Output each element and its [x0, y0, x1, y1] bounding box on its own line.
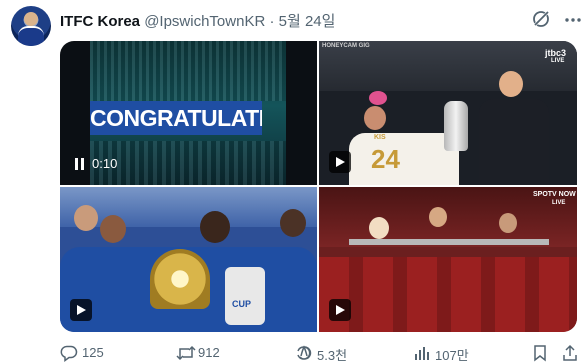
photo2-head-1: [499, 71, 523, 97]
photo4-head-1: [369, 217, 389, 239]
media-video[interactable]: CONGRATULATIONS 0:10: [60, 41, 317, 185]
photo2-suit: [479, 99, 549, 185]
separator-dot: ·: [269, 13, 275, 30]
like-button[interactable]: 107만: [413, 344, 483, 363]
photo3-head-1: [74, 205, 98, 231]
play-button-2[interactable]: [329, 151, 351, 173]
photo4-head-3: [499, 213, 517, 233]
bookmark-icon[interactable]: [531, 344, 549, 362]
retweet-button[interactable]: 912: [176, 344, 246, 362]
share-icon[interactable]: [561, 344, 579, 362]
spotv-logo: SPOTV NOW: [533, 191, 576, 198]
retweet-icon: [176, 345, 196, 361]
author-handle[interactable]: @IpswichTownKR: [144, 13, 265, 30]
tweet-actions: 125 912 5.3천 107만: [0, 344, 587, 363]
play-icon: [77, 305, 86, 315]
media-photo-2[interactable]: HONEYCAM GIG jtbc3 LIVE KIS 24: [319, 41, 577, 185]
photo4-red-kits: [319, 257, 577, 332]
congratulations-banner: CONGRATULATIONS: [90, 101, 262, 135]
avatar-face: [24, 12, 38, 26]
photo3-head-3: [200, 211, 230, 243]
reply-button[interactable]: 125: [60, 344, 130, 362]
media-photo-4[interactable]: SPOTV NOW LIVE: [319, 187, 577, 332]
like-icon: [415, 347, 429, 360]
photo3-cup-board: [225, 267, 265, 325]
shirt-number: 24: [371, 144, 400, 174]
author-name[interactable]: ITFC Korea: [60, 13, 140, 30]
tweet-header: ITFC Korea @IpswichTownKR · 5월 24일: [60, 10, 335, 31]
play-icon: [336, 157, 345, 167]
photo3-background: [60, 187, 317, 227]
shirt-name: KIS: [374, 134, 386, 141]
author-avatar[interactable]: [11, 6, 51, 46]
grok-icon[interactable]: [531, 9, 551, 29]
video-duration: 0:10: [92, 156, 118, 171]
live-tag: LIVE: [551, 58, 565, 64]
video-crowd: [90, 41, 286, 101]
live-tag-4: LIVE: [552, 200, 566, 206]
media-photo-3[interactable]: CUP: [60, 187, 317, 332]
video-stands: [90, 141, 286, 185]
photo4-head-2: [429, 207, 447, 227]
reply-count: 125: [82, 345, 104, 360]
play-button-4[interactable]: [329, 299, 351, 321]
photo2-watermark: HONEYCAM GIG: [322, 43, 370, 49]
tweet-date[interactable]: 5월 24일: [279, 13, 336, 30]
media-grid: CONGRATULATIONS 0:10 HONEYCAM GIG jtbc3 …: [60, 41, 577, 332]
retweet-count: 912: [198, 345, 220, 360]
views-icon: [297, 345, 312, 360]
views-count: 5.3천: [317, 348, 348, 363]
photo4-railing: [349, 239, 549, 245]
like-count: 107만: [435, 348, 469, 363]
play-icon: [336, 305, 345, 315]
photo3-head-4: [280, 209, 306, 237]
play-button-3[interactable]: [70, 299, 92, 321]
photo3-trophy: [150, 249, 210, 309]
jtbc-logo: jtbc3: [545, 48, 567, 58]
photo2-white-kit: [349, 133, 459, 185]
reply-icon: [60, 345, 78, 362]
avatar-shirt: [18, 26, 44, 46]
photo2-confetti: [369, 91, 387, 105]
views-button[interactable]: 5.3천: [295, 344, 365, 363]
photo3-head-2: [100, 215, 126, 243]
photo2-head-2: [364, 106, 386, 130]
pause-icon[interactable]: [74, 157, 86, 171]
photo2-trophy: [444, 101, 468, 151]
more-icon[interactable]: [563, 10, 583, 30]
cup-board-text: CUP: [232, 299, 252, 309]
